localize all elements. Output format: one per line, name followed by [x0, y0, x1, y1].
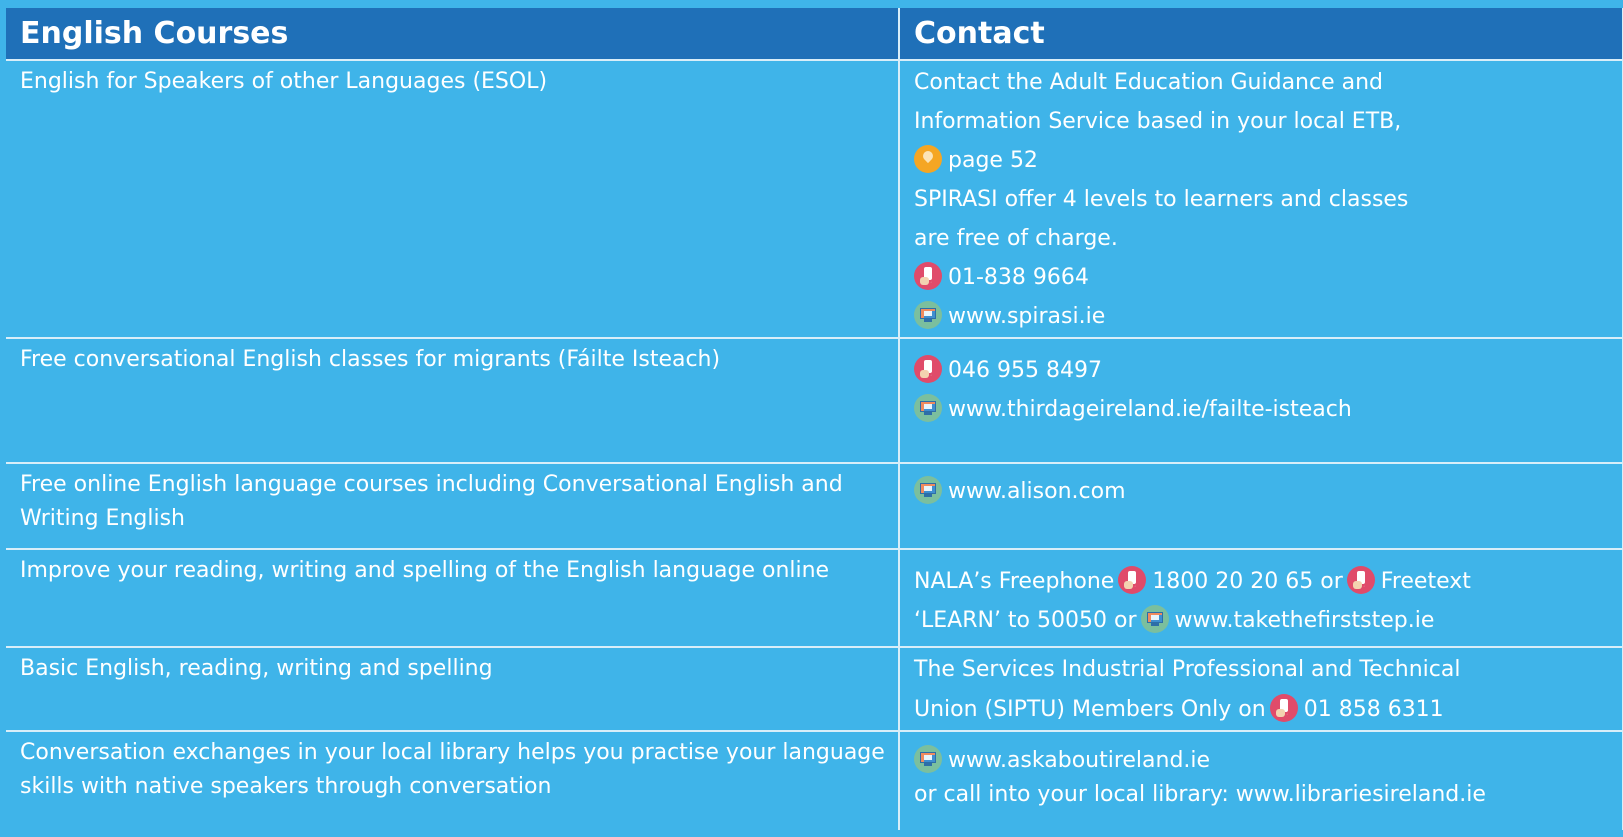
website-link[interactable]: www.alison.com: [948, 479, 1126, 504]
contact-cell: Contact the Adult Education Guidance and…: [899, 59, 1623, 338]
contact-text: SPIRASI offer 4 levels to learners and c…: [914, 187, 1409, 212]
table-row: English for Speakers of other Languages …: [6, 59, 1623, 338]
table-row: Improve your reading, writing and spelli…: [6, 548, 1623, 647]
contact-line: NALA’s Freephone 1800 20 20 65 or Freetext: [914, 562, 1621, 601]
website-link[interactable]: www.thirdageireland.ie/failte-isteach: [948, 397, 1352, 422]
contact-text: Union (SIPTU) Members Only on: [914, 697, 1266, 722]
computer-monitor-icon: [914, 394, 942, 422]
course-cell: Improve your reading, writing and spelli…: [6, 548, 900, 647]
course-cell: Basic English, reading, writing and spel…: [6, 646, 900, 731]
contact-cell: The Services Industrial Professional and…: [899, 646, 1623, 731]
table-header-row: English Courses Contact: [6, 8, 1623, 60]
contact-text: The Services Industrial Professional and…: [914, 657, 1461, 682]
contact-cell: NALA’s Freephone 1800 20 20 65 or Freetext…: [899, 548, 1623, 647]
web-entry[interactable]: www.spirasi.ie: [914, 297, 1621, 336]
course-cell: Free online English language courses inc…: [6, 462, 900, 549]
mobile-phone-icon: [1346, 566, 1375, 594]
phone-number[interactable]: 046 955 8497: [948, 358, 1102, 383]
course-cell: Free conversational English classes for …: [6, 337, 900, 463]
table-row: Basic English, reading, writing and spel…: [6, 646, 1623, 731]
contact-text: ‘LEARN’ to 50050 or: [914, 608, 1137, 633]
page-reference: page 52: [914, 141, 1621, 180]
table-row: Conversation exchanges in your local lib…: [6, 730, 1623, 830]
contact-line: Union (SIPTU) Members Only on 01 858 6311: [914, 690, 1621, 730]
location-pin-icon: [914, 145, 942, 173]
website-link[interactable]: www.takethefirststep.ie: [1175, 608, 1435, 633]
phone-number[interactable]: 1800 20 20 65 or: [1152, 569, 1342, 594]
course-cell: Conversation exchanges in your local lib…: [6, 730, 900, 830]
mobile-phone-icon: [1269, 694, 1298, 722]
table-row: Free online English language courses inc…: [6, 462, 1623, 549]
contact-text: are free of charge.: [914, 226, 1118, 251]
contact-text: Freetext: [1380, 569, 1471, 594]
contact-cell: www.alison.com: [899, 462, 1623, 549]
courses-table: English Courses Contact English for Spea…: [6, 8, 1623, 830]
mobile-phone-icon: [1118, 566, 1147, 594]
web-entry[interactable]: www.thirdageireland.ie/failte-isteach: [914, 390, 1621, 429]
contact-cell: www.askaboutireland.ie or call into your…: [899, 730, 1623, 830]
phone-number[interactable]: 01-838 9664: [948, 265, 1089, 290]
computer-monitor-icon: [914, 745, 942, 773]
contact-line: ‘LEARN’ to 50050 or www.takethefirststep.…: [914, 601, 1621, 640]
phone-entry[interactable]: 01-838 9664: [914, 258, 1621, 297]
mobile-phone-icon: [914, 262, 942, 290]
web-entry[interactable]: www.alison.com: [914, 472, 1621, 511]
contact-text: Contact the Adult Education Guidance and: [914, 70, 1384, 95]
mobile-phone-icon: [914, 355, 942, 383]
header-contact: Contact: [899, 8, 1623, 60]
contact-cell: 046 955 8497 www.thirdageireland.ie/fail…: [899, 337, 1623, 463]
phone-entry[interactable]: 046 955 8497: [914, 351, 1621, 390]
web-entry[interactable]: www.askaboutireland.ie: [914, 744, 1621, 778]
table-row: Free conversational English classes for …: [6, 337, 1623, 463]
top-strip: [0, 0, 1623, 8]
website-link[interactable]: www.askaboutireland.ie: [948, 748, 1210, 773]
page-reference-text: page 52: [948, 148, 1038, 173]
computer-monitor-icon: [914, 301, 942, 329]
course-cell: English for Speakers of other Languages …: [6, 59, 900, 338]
computer-monitor-icon: [1140, 605, 1169, 633]
contact-text: Information Service based in your local …: [914, 109, 1402, 134]
header-english-courses: English Courses: [6, 8, 900, 60]
website-link[interactable]: www.spirasi.ie: [948, 304, 1105, 329]
contact-text: or call into your local library: www.lib…: [914, 782, 1486, 807]
computer-monitor-icon: [914, 476, 942, 504]
contact-text: NALA’s Freephone: [914, 569, 1115, 594]
phone-number[interactable]: 01 858 6311: [1304, 697, 1444, 722]
